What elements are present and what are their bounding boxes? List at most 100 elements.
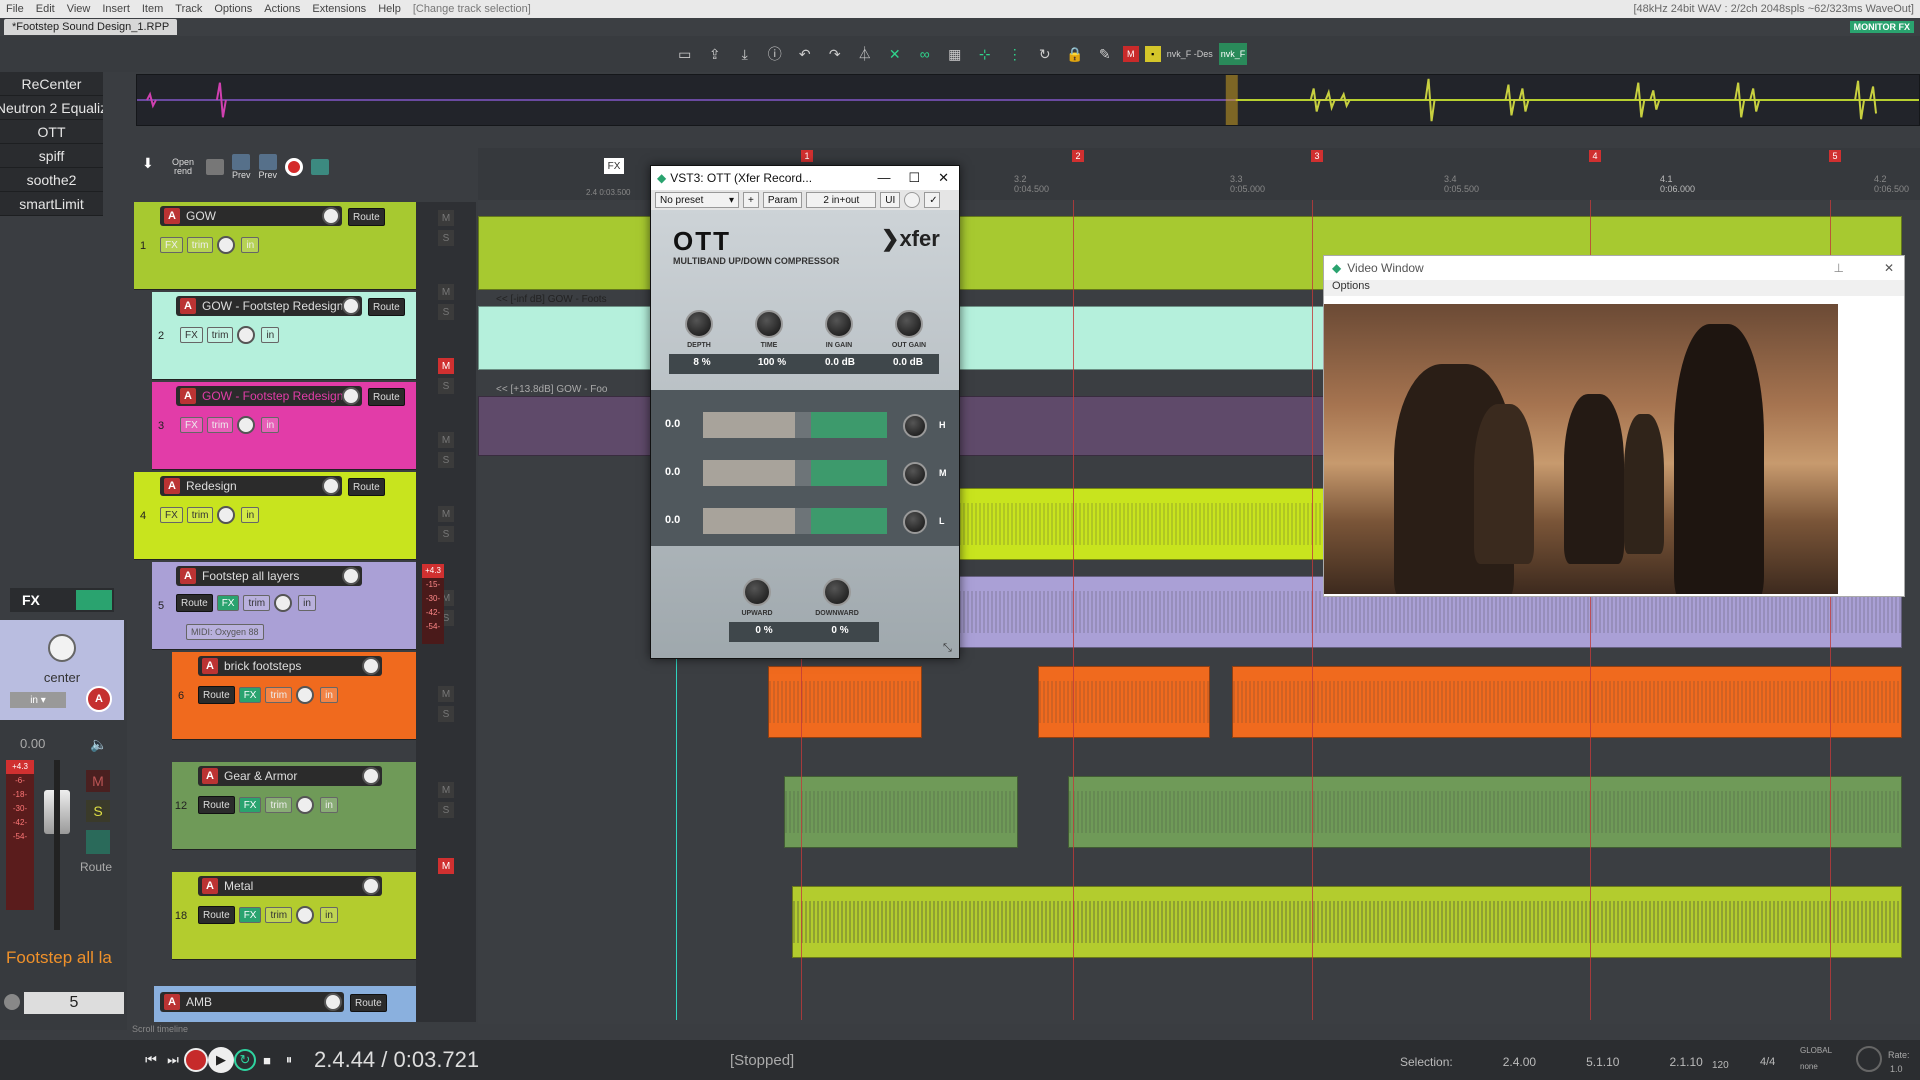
track-3-header[interactable]: A GOW - Footstep Redesign <box>176 386 362 406</box>
track-3-solo[interactable]: S <box>438 378 454 394</box>
selection-end[interactable]: 5.1.10 <box>1586 1055 1619 1069</box>
track-4-arm-button[interactable]: A <box>164 478 180 494</box>
region-marker-3[interactable]: 3 <box>1311 150 1323 162</box>
ui-button[interactable]: UI <box>880 192 901 208</box>
loop-play-icon[interactable]: ↻ <box>234 1049 256 1071</box>
link-icon[interactable]: ∞ <box>913 43 937 65</box>
selection-start[interactable]: 2.4.00 <box>1503 1055 1536 1069</box>
speaker-icon[interactable]: 🔈 <box>90 736 107 753</box>
track-2-mute[interactable]: M <box>438 284 454 300</box>
track-5-mute[interactable]: M <box>438 506 454 522</box>
io-routing-button[interactable]: 2 in+out <box>806 192 877 208</box>
track-12-route-button[interactable]: Route <box>198 796 235 814</box>
track-18-mute[interactable]: M <box>438 782 454 798</box>
track-12-input[interactable]: in <box>320 797 338 813</box>
color-yellow-icon[interactable]: ▪ <box>1144 46 1161 62</box>
track-3-volume-knob[interactable] <box>342 387 360 405</box>
out-gain-knob[interactable] <box>895 310 923 338</box>
ripple-icon[interactable]: ✕ <box>883 43 907 65</box>
track-1-trim-button[interactable]: trim <box>186 237 214 253</box>
time-knob[interactable] <box>755 310 783 338</box>
lane-18[interactable] <box>478 872 1920 982</box>
band-high-meter[interactable] <box>703 412 887 438</box>
track-6-route-button[interactable]: Route <box>198 686 235 704</box>
close-icon[interactable]: ✕ <box>938 170 949 186</box>
menu-extensions[interactable]: Extensions <box>306 3 372 15</box>
band-high-value[interactable]: 0.0 <box>665 418 680 430</box>
upward-knob[interactable] <box>743 578 771 606</box>
media-item-gear-1[interactable] <box>784 776 1018 848</box>
depth-knob[interactable] <box>685 310 713 338</box>
fx-chain-button[interactable]: FX <box>10 588 114 612</box>
track-18-header[interactable]: A Metal <box>198 876 382 896</box>
save-tool[interactable]: ⬇ <box>142 156 160 176</box>
lane-12[interactable] <box>478 762 1920 872</box>
fx-enabled-indicator[interactable] <box>76 590 112 610</box>
fx-item-smartlimit[interactable]: smartLimit <box>0 192 103 216</box>
automation-mode[interactable]: none <box>1800 1062 1818 1071</box>
prev-tool-1[interactable]: Prev <box>232 154 251 180</box>
time-value[interactable]: 100 % <box>739 357 805 368</box>
bypass-icon[interactable] <box>904 192 921 208</box>
track-18-fx-button[interactable]: FX <box>238 907 262 923</box>
redo-icon[interactable]: ↷ <box>823 43 847 65</box>
track-3-mute[interactable]: M <box>438 358 454 374</box>
rate-value[interactable]: 1.0 <box>1890 1064 1903 1074</box>
track-6-trim-button[interactable]: trim <box>265 687 293 703</box>
loop-icon[interactable]: ↻ <box>1033 43 1057 65</box>
media-item-gear-2[interactable] <box>1068 776 1902 848</box>
track-5-fx-button[interactable]: FX <box>216 595 240 611</box>
track-2-fx-button[interactable]: FX <box>180 327 203 343</box>
video-titlebar[interactable]: ◆ Video Window ⊥ ✕ <box>1324 256 1904 280</box>
fx-item-recenter[interactable]: ReCenter <box>0 72 103 96</box>
track-5-route-button[interactable]: Route <box>176 594 213 612</box>
menu-item[interactable]: Item <box>136 3 169 15</box>
track-12-mute[interactable]: M <box>438 686 454 702</box>
track-4-route-button[interactable]: Route <box>348 478 385 496</box>
track-5-input[interactable]: in <box>298 595 316 611</box>
track-amb-volume-knob[interactable] <box>324 993 342 1011</box>
track-18-route-button[interactable]: Route <box>198 906 235 924</box>
band-mid-meter[interactable] <box>703 460 887 486</box>
nvk-des-button[interactable]: nvk_F -Des <box>1167 43 1213 65</box>
track-12-solo[interactable]: S <box>438 706 454 722</box>
track-amb-mute[interactable]: M <box>438 858 454 874</box>
track-18-name[interactable]: Metal <box>224 879 362 893</box>
track-5-trim-button[interactable]: trim <box>243 595 271 611</box>
monitor-fx-button[interactable]: MONITOR FX <box>1849 21 1914 33</box>
track-3-pan-knob[interactable] <box>237 416 256 434</box>
track-3-trim-button[interactable]: trim <box>206 417 234 433</box>
track-1-solo[interactable]: S <box>438 230 454 246</box>
skip-start-icon[interactable]: ⏮ <box>140 1049 162 1071</box>
downward-knob[interactable] <box>823 578 851 606</box>
menu-help[interactable]: Help <box>372 3 407 15</box>
preset-add-button[interactable]: + <box>743 192 759 208</box>
track-12-arm-button[interactable]: A <box>202 768 218 784</box>
fx-marker-button[interactable]: FX <box>604 158 624 174</box>
track-18-solo[interactable]: S <box>438 802 454 818</box>
enable-checkbox[interactable]: ✓ <box>924 192 941 208</box>
depth-value[interactable]: 8 % <box>669 357 735 368</box>
track-2-input[interactable]: in <box>261 327 280 343</box>
track-4-fx-button[interactable]: FX <box>160 507 183 523</box>
track-18-volume-knob[interactable] <box>362 877 380 895</box>
fx-item-ott[interactable]: OTT <box>0 120 103 144</box>
track-18-pan-knob[interactable] <box>296 906 315 924</box>
mixer-route-icon[interactable] <box>86 830 110 854</box>
track-1-name[interactable]: GOW <box>186 209 322 223</box>
media-item-brick-1[interactable] <box>768 666 922 738</box>
track-6-header[interactable]: Abrick footsteps <box>198 656 382 676</box>
track-3-input[interactable]: in <box>261 417 280 433</box>
track-2-header[interactable]: A GOW - Footstep Redesign <box>176 296 362 316</box>
track-4-header[interactable]: A Redesign <box>160 476 342 496</box>
band-low-knob[interactable] <box>903 510 927 534</box>
time-signature[interactable]: 4/4 <box>1760 1056 1775 1068</box>
region-marker-5[interactable]: 5 <box>1829 150 1841 162</box>
track-5-solo[interactable]: S <box>438 526 454 542</box>
selection-length[interactable]: 2.1.10 <box>1669 1055 1702 1069</box>
info-icon[interactable]: ⓘ <box>763 43 787 65</box>
project-tab[interactable]: *Footstep Sound Design_1.RPP <box>4 19 178 35</box>
band-high-knob[interactable] <box>903 414 927 438</box>
preset-select[interactable]: No preset ▾ <box>655 192 739 208</box>
mixer-play-icon[interactable] <box>4 994 20 1010</box>
